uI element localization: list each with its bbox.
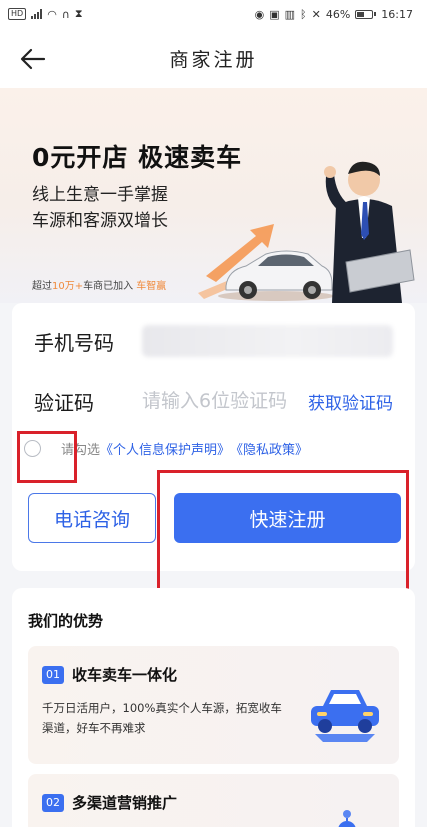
eye-icon: ◉ [254,7,265,21]
advantage-item: 02 多渠道营销推广 [28,774,399,827]
hourglass-icon: ⧗ [74,7,83,20]
advantage-desc: 千万日活用户，100%真实个人车源，拓宽收车渠道，好车不再难求 [42,701,282,735]
advantage-number: 02 [42,793,64,812]
privacy-statement-link[interactable]: 《个人信息保护声明》 [100,439,230,458]
car-icon [311,690,379,742]
vibrate-icon: ▥ [284,7,296,21]
advantage-item: 01 收车卖车一体化 千万日活用户，100%真实个人车源，拓宽收车渠道，好车不再… [28,646,399,764]
advantage-name: 收车卖车一体化 [72,666,178,684]
advantages-section: 我们的优势 01 收车卖车一体化 千万日活用户，100%真实个人车源，拓宽收车渠… [12,588,415,827]
banner-subtitle-2: 车源和客源双增长 [32,211,168,231]
advantage-head: 01 收车卖车一体化 [42,664,177,685]
battery-icon [355,9,377,19]
banner-illustration [198,161,415,303]
status-right: ◉ ▣ ▥ ᛒ ✕ 46% 16:17 [255,8,413,21]
joined-mid: 车商已加入 [83,281,134,292]
code-label: 验证码 [34,390,94,415]
nav-bar: 商家注册 [0,28,427,88]
clock: 16:17 [381,7,413,21]
advantages-title: 我们的优势 [28,612,104,630]
joined-count-text: 超过10万+车商已加入 车智赢 [32,277,166,292]
highlight-box-register [157,470,409,595]
bluetooth-icon: ᛒ [300,7,307,21]
brand-name: 车智赢 [136,281,167,292]
wifi-icon: ◠ [47,7,57,21]
advantage-head: 02 多渠道营销推广 [42,792,177,813]
phone-row: 手机号码 [34,317,393,365]
back-button[interactable] [18,44,48,74]
status-left: HD ◠ ∩ ⧗ [8,7,83,21]
joined-prefix: 超过 [32,281,52,292]
phone-consult-button[interactable]: 电话咨询 [28,493,156,543]
promo-banner: 0元开店 极速卖车 线上生意一手掌握 车源和客源双增长 超过10万+车商已加入 … [0,88,427,303]
advantage-name: 多渠道营销推广 [72,794,178,812]
joined-count: 10万+ [52,281,84,292]
nfc-icon: ▣ [269,7,280,21]
hd-icon: HD [8,8,27,20]
battery-percent: 46% [325,7,351,21]
phone-label: 手机号码 [34,330,114,355]
back-arrow-icon [20,48,46,70]
highlight-box-radio [17,431,77,483]
phone-number-field[interactable] [142,325,393,357]
advantage-number: 01 [42,665,64,684]
code-row: 验证码 获取验证码 [34,377,393,425]
get-code-button[interactable]: 获取验证码 [308,389,393,414]
network-icon [338,810,356,827]
page-title: 商家注册 [169,48,258,71]
mute-icon: ✕ [311,7,321,21]
banner-subtitle-1: 线上生意一手掌握 [32,185,168,205]
headphone-icon: ∩ [61,7,70,21]
privacy-policy-link[interactable]: 《隐私政策》 [230,439,308,458]
status-bar: HD ◠ ∩ ⧗ ◉ ▣ ▥ ᛒ ✕ 46% 16:17 [0,0,427,28]
verification-code-input[interactable] [142,390,290,412]
signal-icon [31,9,43,19]
